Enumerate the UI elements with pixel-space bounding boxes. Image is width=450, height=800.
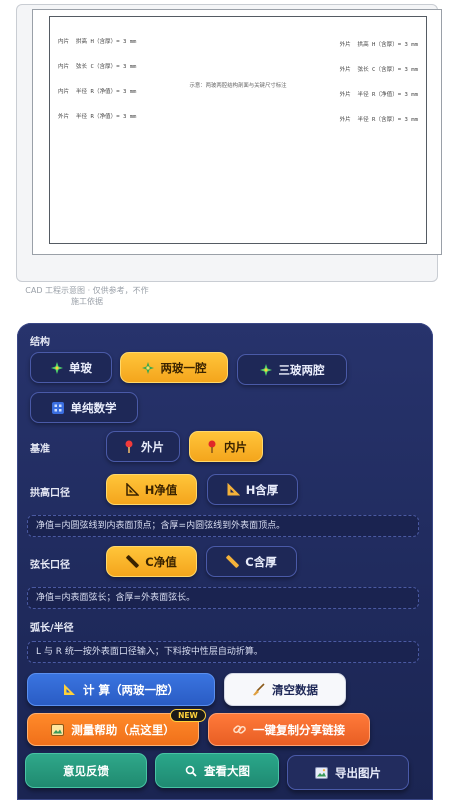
structure-label: 结构 xyxy=(30,337,50,348)
triangle-ruler-icon xyxy=(63,683,76,696)
button-label: C含厚 xyxy=(245,554,277,569)
dimension-text: 内片 拱高 H（含厚）= 3 mm xyxy=(58,38,137,45)
structure-pure-math-button[interactable]: 单纯数学 xyxy=(30,392,138,423)
image-icon xyxy=(315,766,328,779)
radius-info-box: L 与 R 统一按外表面口径输入；下料按中性层自动折算。 xyxy=(27,641,419,663)
button-label: 导出图片 xyxy=(335,765,381,780)
chord-info-box: 净值=内表面弦长；含厚=外表面弦长。 xyxy=(27,587,419,609)
triangle-ruler-icon xyxy=(227,483,240,496)
chord-label: 弦长口径 xyxy=(30,560,70,571)
sparkle-icon xyxy=(260,363,273,376)
link-icon xyxy=(233,723,246,736)
cad-drawing[interactable]: 内片 拱高 H（含厚）= 3 mm 内片 弦长 C（含厚）= 3 mm 内片 半… xyxy=(32,9,442,255)
button-label: 单纯数学 xyxy=(70,400,117,415)
button-label: H含厚 xyxy=(245,482,279,497)
arch-label: 拱高口径 xyxy=(30,488,70,499)
button-label: 测量帮助（点这里） xyxy=(71,722,175,737)
drawing-note: 示意：两玻两腔结构剖面与关键尺寸标注 xyxy=(189,83,287,89)
dimension-text: 外片 拱高 H（含厚）= 3 mm xyxy=(339,41,418,48)
sparkle-icon xyxy=(50,361,63,374)
pin-icon xyxy=(122,440,135,453)
triangle-ruler-icon xyxy=(125,483,139,496)
view-large-image-button[interactable]: 查看大图 xyxy=(155,753,279,788)
button-label: 内片 xyxy=(224,439,247,454)
ruler-icon xyxy=(226,555,240,568)
button-label: 清空数据 xyxy=(272,682,318,697)
button-label: C净值 xyxy=(145,554,177,569)
broom-icon xyxy=(252,683,265,696)
export-image-button[interactable]: 导出图片 xyxy=(287,755,409,790)
dimension-text: 内片 半径 R（净值）= 3 mm xyxy=(58,89,137,96)
dimension-text: 外片 半径 R（净值）= 3 mm xyxy=(339,92,418,99)
base-inner-button[interactable]: 内片 xyxy=(189,431,263,462)
chord-thick-button[interactable]: C含厚 xyxy=(206,546,297,577)
pin-icon xyxy=(205,440,218,453)
structure-two-glass-button[interactable]: 两玻一腔 xyxy=(120,352,228,383)
calculate-button[interactable]: 计 算（两玻一腔） xyxy=(27,673,215,706)
button-label: 意见反馈 xyxy=(63,763,109,778)
button-label: 外片 xyxy=(141,439,164,454)
grid-icon xyxy=(52,401,65,414)
arch-thick-button[interactable]: H含厚 xyxy=(207,474,298,505)
ruler-icon xyxy=(126,555,140,568)
dimension-text: 内片 弦长 C（含厚）= 3 mm xyxy=(58,64,137,71)
dimension-list-left: 内片 拱高 H（含厚）= 3 mm 内片 弦长 C（含厚）= 3 mm 内片 半… xyxy=(58,21,136,139)
chord-net-button[interactable]: C净值 xyxy=(106,546,197,577)
dimension-text: 外片 半径 R（净值）= 3 mm xyxy=(58,114,137,121)
button-label: 一键复制分享链接 xyxy=(253,722,345,737)
sparkle-icon xyxy=(142,361,155,374)
dimension-text: 外片 半径 R（含厚）= 3 mm xyxy=(339,117,418,124)
drawing-preview-frame: 内片 拱高 H（含厚）= 3 mm 内片 弦长 C（含厚）= 3 mm 内片 半… xyxy=(16,4,442,282)
magnifier-icon xyxy=(184,764,197,777)
structure-single-button[interactable]: 单玻 xyxy=(30,352,112,383)
feedback-button[interactable]: 意见反馈 xyxy=(25,753,147,788)
button-label: H净值 xyxy=(144,482,178,497)
button-label: 计 算（两玻一腔） xyxy=(82,682,179,697)
arch-info-box: 净值=内圆弦线到内表面顶点；含厚=内圆弦线到外表面顶点。 xyxy=(27,515,419,537)
drawing-caption: CAD 工程示意图 · 仅供参考，不作施工依据 xyxy=(25,286,149,306)
clear-data-button[interactable]: 清空数据 xyxy=(224,673,346,706)
button-label: 单玻 xyxy=(69,360,92,375)
image-icon xyxy=(51,723,65,736)
base-label: 基准 xyxy=(30,444,50,455)
button-label: 三玻两腔 xyxy=(278,362,325,377)
button-label: 两玻一腔 xyxy=(160,360,207,375)
copy-share-link-button[interactable]: 一键复制分享链接 xyxy=(208,713,370,746)
base-outer-button[interactable]: 外片 xyxy=(106,431,180,462)
arch-net-button[interactable]: H净值 xyxy=(106,474,197,505)
button-label: 查看大图 xyxy=(204,763,250,778)
drawing-border: 内片 拱高 H（含厚）= 3 mm 内片 弦长 C（含厚）= 3 mm 内片 半… xyxy=(49,16,427,244)
new-badge: NEW xyxy=(170,709,206,722)
radius-label: 弧长/半径 xyxy=(30,623,74,634)
structure-three-glass-button[interactable]: 三玻两腔 xyxy=(237,354,347,385)
dimension-text: 外片 弦长 C（含厚）= 3 mm xyxy=(339,67,418,74)
